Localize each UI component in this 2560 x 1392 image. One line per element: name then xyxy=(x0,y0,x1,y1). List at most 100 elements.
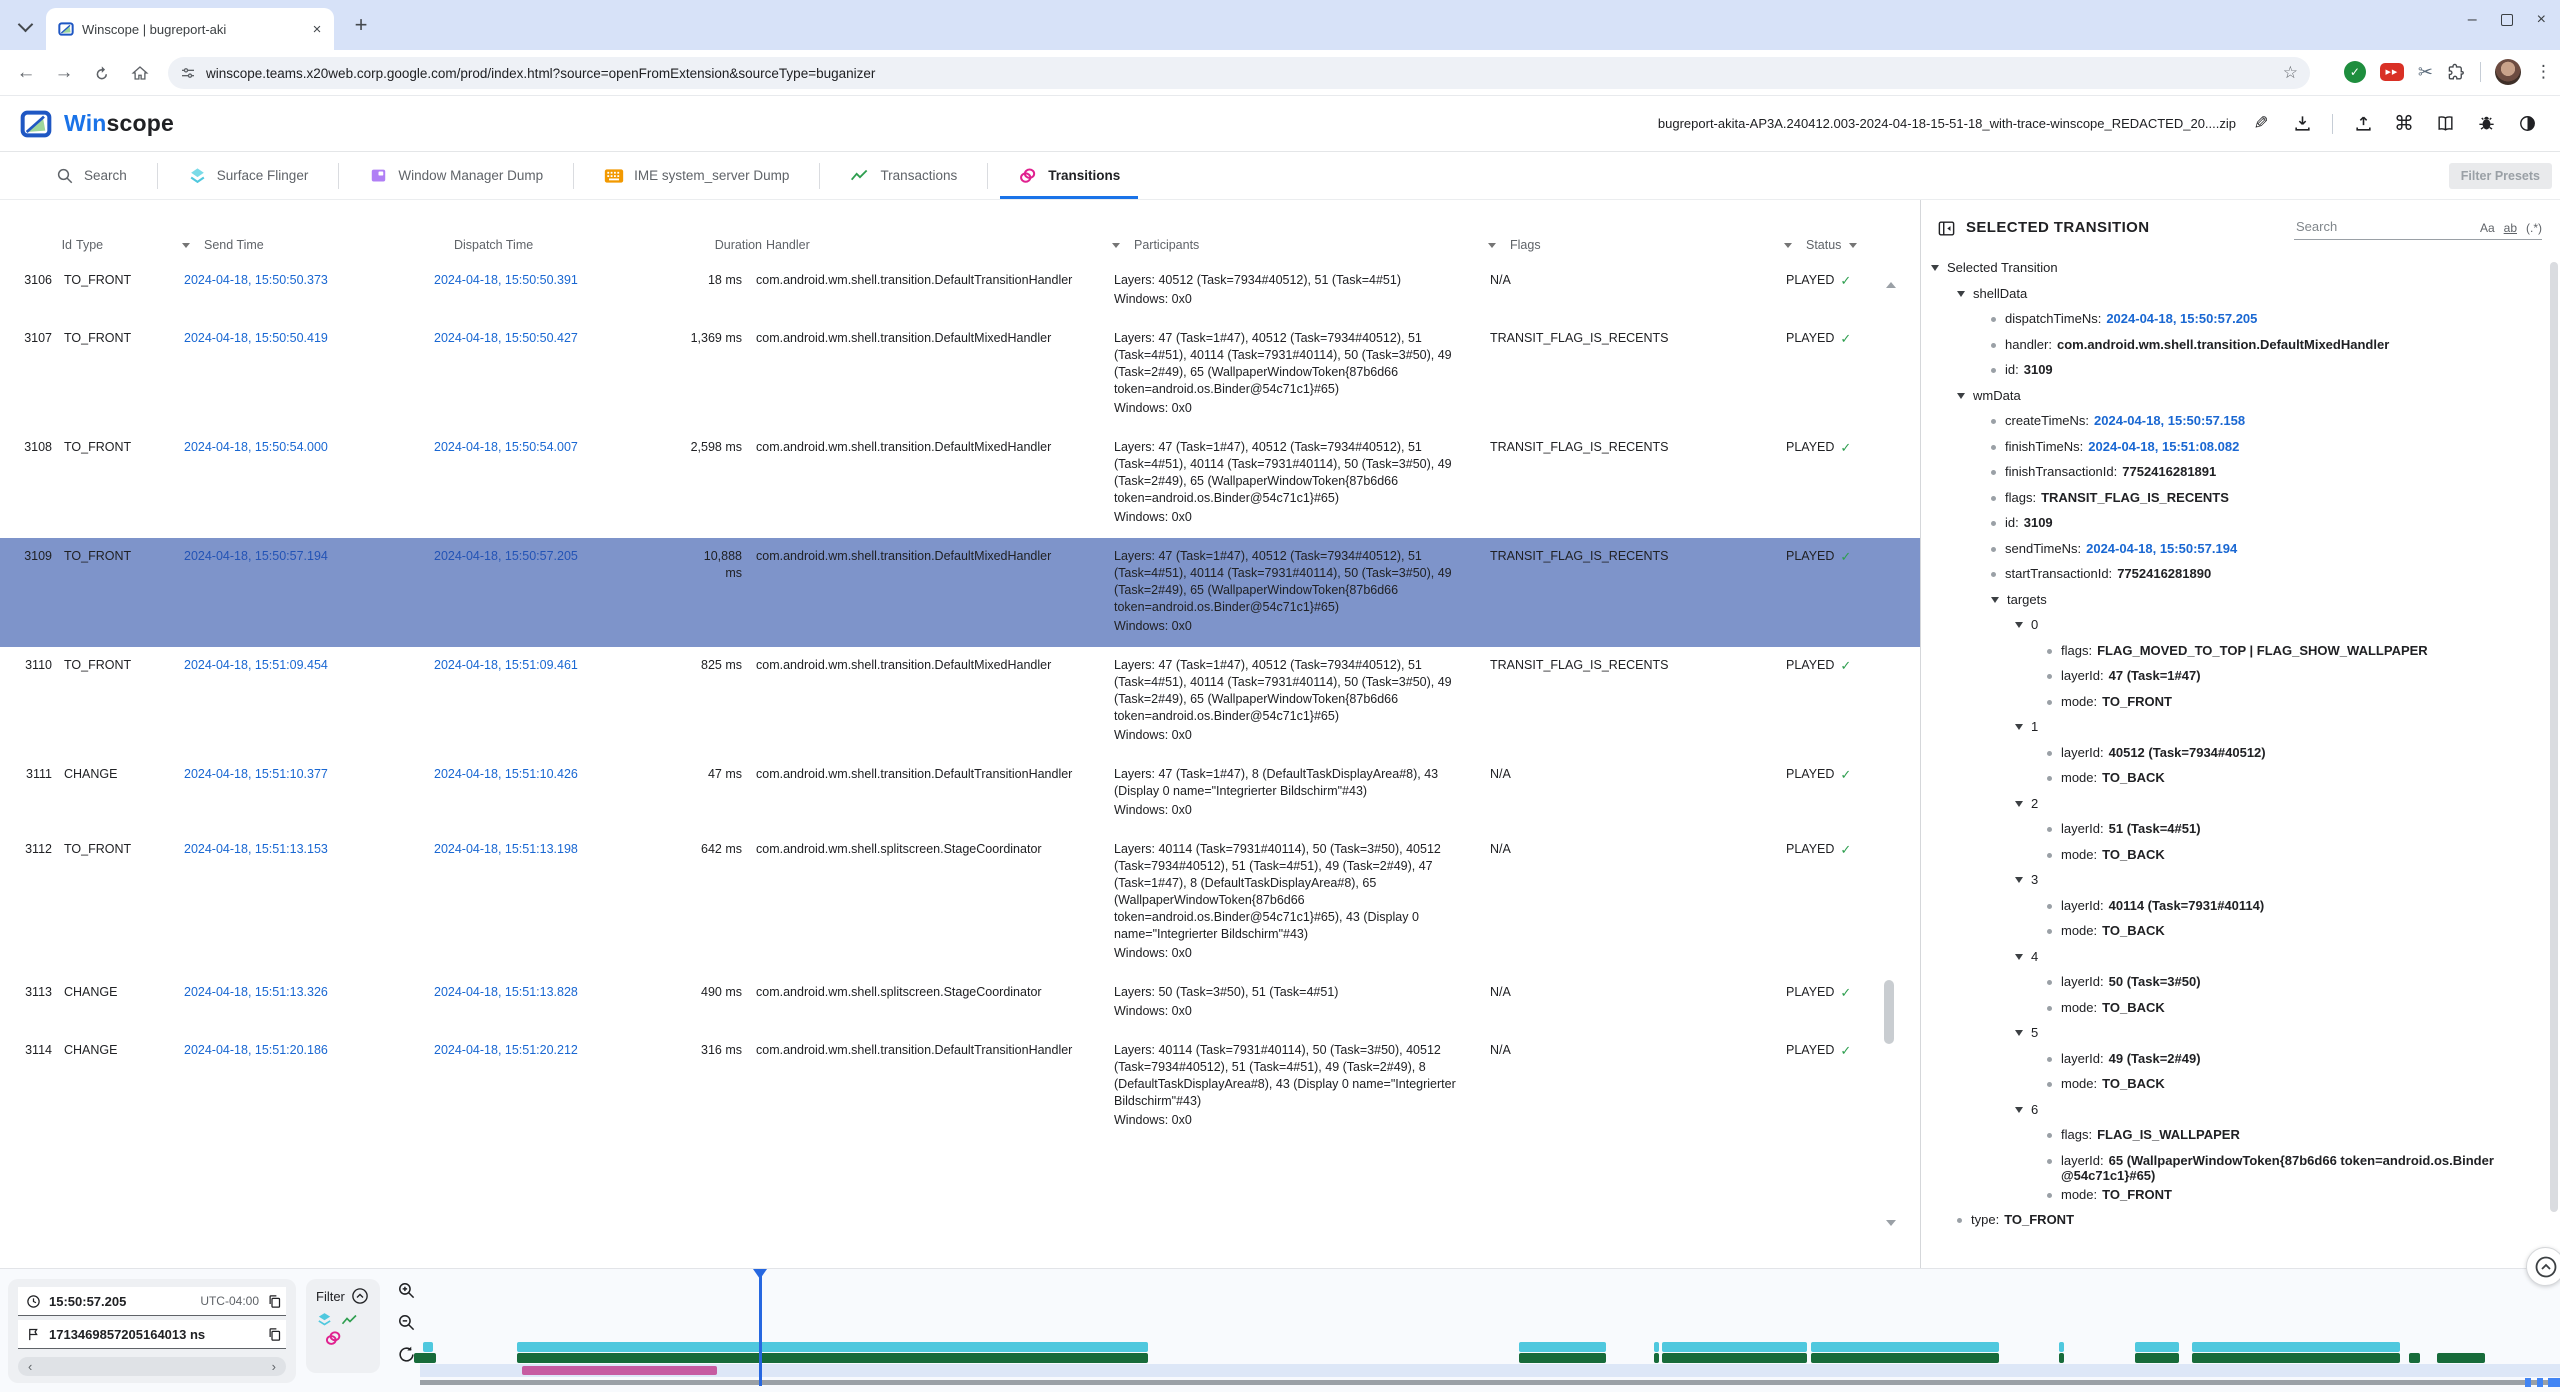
tree-node[interactable]: mode:TO_BACK xyxy=(1921,766,2548,792)
tree-node[interactable]: id:3109 xyxy=(1921,358,2548,384)
tab-search[interactable]: Search xyxy=(26,152,157,199)
property-value[interactable]: 2024-04-18, 15:50:57.205 xyxy=(2106,311,2257,326)
timeline-canvas[interactable] xyxy=(420,1269,2560,1392)
tree-node[interactable]: type:TO_FRONT xyxy=(1921,1208,2548,1234)
table-row[interactable]: 3113CHANGE2024-04-18, 15:51:13.3262024-0… xyxy=(0,974,1920,1032)
expand-arrow-icon[interactable] xyxy=(1957,393,1965,399)
tree-node[interactable]: createTimeNs:2024-04-18, 15:50:57.158 xyxy=(1921,409,2548,435)
url-text[interactable]: winscope.teams.x20web.corp.google.com/pr… xyxy=(206,66,2273,81)
scroll-to-top-button[interactable] xyxy=(2526,1247,2560,1286)
tree-node[interactable]: id:3109 xyxy=(1921,511,2548,537)
timeline-segment-surfaceflinger[interactable] xyxy=(517,1342,1148,1352)
column-header-participants[interactable]: Participants xyxy=(1134,238,1510,252)
keyboard-shortcuts-icon[interactable]: ⌘ xyxy=(2393,113,2415,135)
reload-button[interactable] xyxy=(88,59,116,87)
tree-node[interactable]: mode:TO_BACK xyxy=(1921,919,2548,945)
extensions-puzzle-icon[interactable] xyxy=(2447,63,2466,82)
tree-node[interactable]: flags:FLAG_IS_WALLPAPER xyxy=(1921,1123,2548,1149)
tree-node[interactable]: layerId:47 (Task=1#47) xyxy=(1921,664,2548,690)
ns-time-field[interactable]: 1713469857205164013 ns xyxy=(18,1320,286,1349)
tree-node[interactable]: startTransactionId:7752416281890 xyxy=(1921,562,2548,588)
timeline-scroll-marker[interactable] xyxy=(2548,1378,2560,1387)
cell-dispatch-time[interactable]: 2024-04-18, 15:50:50.391 xyxy=(434,272,686,308)
expand-arrow-icon[interactable] xyxy=(2015,801,2023,807)
tree-node[interactable]: mode:TO_FRONT xyxy=(1921,690,2548,716)
filter-arrow-icon[interactable] xyxy=(1488,243,1496,248)
property-value[interactable]: 2024-04-18, 15:50:57.194 xyxy=(2086,541,2237,556)
timeline-segment-surfaceflinger[interactable] xyxy=(1519,1342,1606,1352)
cell-dispatch-time[interactable]: 2024-04-18, 15:51:20.212 xyxy=(434,1042,686,1129)
table-row[interactable]: 3108TO_FRONT2024-04-18, 15:50:54.0002024… xyxy=(0,429,1920,538)
tree-node[interactable]: wmData xyxy=(1921,384,2548,410)
timeline-segment-transactions[interactable] xyxy=(2437,1353,2485,1363)
cell-send-time[interactable]: 2024-04-18, 15:51:13.326 xyxy=(184,984,434,1020)
window-close-button[interactable]: × xyxy=(2537,12,2546,28)
zoom-reset-button[interactable] xyxy=(397,1345,416,1364)
column-header-id[interactable]: Id xyxy=(20,238,76,252)
column-header-send-time[interactable]: Send Time xyxy=(204,238,454,252)
expand-arrow-icon[interactable] xyxy=(1957,291,1965,297)
timeline-segment-transactions[interactable] xyxy=(2409,1353,2420,1363)
timeline-segment-surfaceflinger[interactable] xyxy=(423,1342,433,1352)
cell-dispatch-time[interactable]: 2024-04-18, 15:50:57.205 xyxy=(434,548,686,635)
pan-left-icon[interactable]: ‹ xyxy=(28,1359,32,1374)
cell-send-time[interactable]: 2024-04-18, 15:51:10.377 xyxy=(184,766,434,819)
cell-dispatch-time[interactable]: 2024-04-18, 15:51:13.198 xyxy=(434,841,686,962)
table-row[interactable]: 3112TO_FRONT2024-04-18, 15:51:13.1532024… xyxy=(0,831,1920,974)
download-traces-icon[interactable] xyxy=(2291,113,2313,135)
table-row[interactable]: 3107TO_FRONT2024-04-18, 15:50:50.4192024… xyxy=(0,320,1920,429)
extension-scissors-icon[interactable]: ✂ xyxy=(2418,62,2433,83)
timeline-segment-surfaceflinger[interactable] xyxy=(2135,1342,2179,1352)
tree-node[interactable]: layerId:49 (Task=2#49) xyxy=(1921,1047,2548,1073)
tab-surface-flinger[interactable]: Surface Flinger xyxy=(158,152,339,199)
upload-new-trace-icon[interactable] xyxy=(2352,113,2374,135)
timeline-cursor[interactable] xyxy=(759,1269,762,1386)
cell-dispatch-time[interactable]: 2024-04-18, 15:50:54.007 xyxy=(434,439,686,526)
cell-send-time[interactable]: 2024-04-18, 15:50:54.000 xyxy=(184,439,434,526)
timeline-scroll-marker[interactable] xyxy=(2537,1378,2543,1387)
tree-node[interactable]: 3 xyxy=(1921,868,2548,894)
profile-avatar[interactable] xyxy=(2495,59,2521,85)
tree-node[interactable]: mode:TO_BACK xyxy=(1921,1072,2548,1098)
documentation-icon[interactable] xyxy=(2434,113,2456,135)
expand-arrow-icon[interactable] xyxy=(2015,1030,2023,1036)
filter-presets-button[interactable]: Filter Presets xyxy=(2449,163,2552,189)
browser-menu-icon[interactable]: ⋮ xyxy=(2535,62,2552,82)
cell-send-time[interactable]: 2024-04-18, 15:50:50.373 xyxy=(184,272,434,308)
tree-node[interactable]: mode:TO_FRONT xyxy=(1921,1183,2548,1209)
tree-node[interactable]: layerId:40114 (Task=7931#40114) xyxy=(1921,894,2548,920)
table-scroll-down-arrow[interactable] xyxy=(1886,1220,1896,1226)
match-word-icon[interactable]: ab xyxy=(2504,221,2517,235)
collapse-filter-icon[interactable] xyxy=(351,1287,369,1305)
timeline-segment-transactions[interactable] xyxy=(2135,1353,2179,1363)
column-header-dispatch-time[interactable]: Dispatch Time xyxy=(454,238,706,252)
tab-window-manager-dump[interactable]: Window Manager Dump xyxy=(339,152,573,199)
tree-node[interactable]: 1 xyxy=(1921,715,2548,741)
bookmark-star-icon[interactable]: ☆ xyxy=(2283,63,2298,83)
tree-node[interactable]: 2 xyxy=(1921,792,2548,818)
tree-node[interactable]: dispatchTimeNs:2024-04-18, 15:50:57.205 xyxy=(1921,307,2548,333)
tree-node[interactable]: 5 xyxy=(1921,1021,2548,1047)
zoom-in-button[interactable] xyxy=(397,1281,416,1300)
timeline-segment-surfaceflinger[interactable] xyxy=(2059,1342,2064,1352)
timeline-segment-transactions[interactable] xyxy=(2192,1353,2400,1363)
column-header-type[interactable]: Type xyxy=(76,238,204,252)
timeline-pan-slider[interactable]: ‹ › xyxy=(18,1357,286,1376)
expand-arrow-icon[interactable] xyxy=(2015,954,2023,960)
tree-node[interactable]: targets xyxy=(1921,588,2548,614)
timeline-scrollbar[interactable] xyxy=(420,1380,2560,1385)
dark-mode-toggle-icon[interactable] xyxy=(2516,113,2538,135)
search-input[interactable] xyxy=(2294,218,2471,235)
panel-scrollbar[interactable] xyxy=(2550,262,2558,1212)
timeline-segment-surfaceflinger[interactable] xyxy=(1662,1342,1807,1352)
forward-button[interactable]: → xyxy=(50,59,78,87)
property-value[interactable]: 2024-04-18, 15:50:57.158 xyxy=(2094,413,2245,428)
table-row[interactable]: 3114CHANGE2024-04-18, 15:51:20.1862024-0… xyxy=(0,1032,1920,1141)
timeline-segment-transactions[interactable] xyxy=(1519,1353,1606,1363)
tree-node[interactable]: shellData xyxy=(1921,282,2548,308)
timeline-segment-transactions[interactable] xyxy=(1654,1353,1659,1363)
expand-arrow-icon[interactable] xyxy=(2015,622,2023,628)
human-time-field[interactable]: 15:50:57.205 UTC-04:00 xyxy=(18,1287,286,1316)
tree-node[interactable]: flags:TRANSIT_FLAG_IS_RECENTS xyxy=(1921,486,2548,512)
tab-search-button[interactable] xyxy=(14,15,36,37)
